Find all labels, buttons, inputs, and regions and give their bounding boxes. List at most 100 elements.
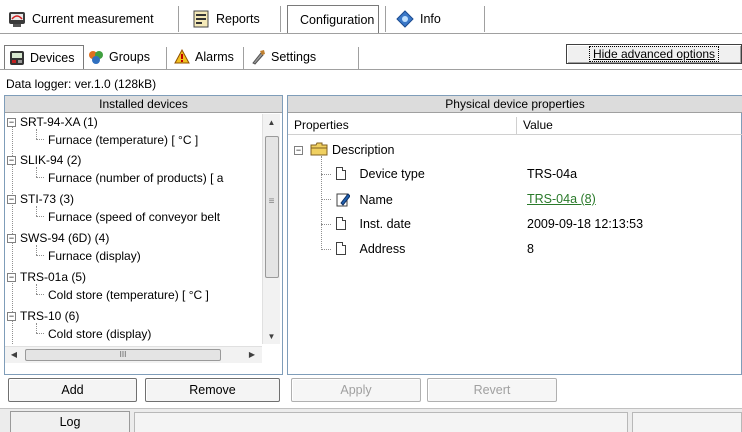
tree-connector: [36, 294, 44, 295]
groups-icon: [89, 51, 103, 64]
tree-connector: [36, 216, 44, 217]
tree-channel-4[interactable]: Furnace (display): [48, 249, 141, 263]
edit-document-icon: [336, 193, 351, 207]
property-row-device-type[interactable]: Device type: [336, 167, 425, 181]
document-icon: [336, 242, 346, 255]
property-row-name[interactable]: Name: [336, 192, 393, 207]
property-value-address: 8: [527, 242, 534, 256]
collapse-icon[interactable]: −: [7, 118, 16, 127]
tree-connector: [321, 224, 331, 225]
collapse-icon[interactable]: −: [7, 273, 16, 282]
settings-icon: [252, 50, 265, 65]
tab-separator: [178, 6, 179, 32]
property-value-name[interactable]: TRS-04a (8): [527, 192, 596, 206]
tree-device-1[interactable]: − SRT-94-XA (1): [7, 115, 98, 129]
scroll-thumb[interactable]: [265, 136, 279, 278]
tab-separator: [385, 6, 386, 32]
collapse-icon[interactable]: −: [7, 312, 16, 321]
apply-button[interactable]: Apply: [291, 378, 421, 402]
scroll-right-icon[interactable]: ▶: [247, 350, 257, 359]
log-button[interactable]: Log: [10, 411, 130, 432]
grip-icon: ≡: [268, 196, 275, 207]
tab-label: Reports: [216, 12, 260, 26]
tree-channel-3[interactable]: Furnace (speed of conveyor belt: [48, 210, 220, 224]
scroll-left-icon[interactable]: ◀: [9, 350, 19, 359]
document-icon: [336, 167, 346, 180]
tree-channel-2[interactable]: Furnace (number of products) [ a: [48, 171, 223, 185]
subtab-alarms[interactable]: Alarms: [170, 45, 238, 69]
installed-devices-header: Installed devices: [5, 96, 282, 113]
column-header-value[interactable]: Value: [517, 117, 742, 135]
collapse-icon[interactable]: −: [7, 234, 16, 243]
tree-channel-1[interactable]: Furnace (temperature) [ °C ]: [48, 133, 198, 147]
tree-connector: [36, 139, 44, 140]
tree-connector: [36, 255, 44, 256]
tree-channel-6[interactable]: Cold store (display): [48, 327, 151, 341]
devices-vertical-scrollbar[interactable]: ▲ ≡ ▼: [262, 114, 280, 344]
property-row-address[interactable]: Address: [336, 242, 405, 256]
property-value-inst-date: 2009-09-18 12:13:53: [527, 217, 644, 231]
device-icon: [10, 50, 24, 65]
tree-connector: [36, 177, 44, 178]
installed-devices-tree: − SRT-94-XA (1) Furnace (temperature) [ °…: [5, 114, 262, 344]
subtab-strip-border: [0, 69, 742, 70]
collapse-icon[interactable]: −: [7, 195, 16, 204]
tree-connector: [321, 156, 322, 250]
device-properties-header: Physical device properties: [288, 96, 742, 113]
subtab-label: Groups: [109, 50, 150, 64]
subtab-label: Settings: [271, 50, 317, 64]
collapse-icon[interactable]: −: [7, 156, 16, 165]
subtab-settings[interactable]: Settings: [246, 45, 320, 69]
tree-device-5[interactable]: − TRS-01a (5): [7, 270, 86, 284]
device-properties-panel: [287, 95, 742, 375]
tree-connector: [36, 167, 37, 177]
document-icon: [336, 217, 346, 230]
tree-device-4[interactable]: − SWS-94 (6D) (4): [7, 231, 109, 245]
status-field: [632, 412, 742, 432]
scroll-thumb[interactable]: III: [25, 349, 221, 361]
hide-advanced-options-button[interactable]: Hide advanced options: [566, 44, 742, 64]
tab-strip-border: [0, 33, 742, 34]
tab-separator: [243, 47, 244, 69]
info-icon: [396, 10, 414, 28]
subtab-groups[interactable]: Groups: [84, 45, 154, 69]
column-header-properties[interactable]: Properties: [288, 117, 517, 135]
tree-connector: [321, 199, 331, 200]
tree-connector: [321, 174, 331, 175]
scroll-down-icon[interactable]: ▼: [263, 332, 280, 341]
property-group-description[interactable]: − Description: [294, 142, 395, 157]
tree-connector: [36, 206, 37, 216]
tree-connector: [36, 245, 37, 255]
tab-label: Current measurement: [32, 12, 154, 26]
tab-label: Configuration: [300, 12, 375, 27]
gauge-icon: [9, 12, 25, 27]
tree-device-6[interactable]: − TRS-10 (6): [7, 309, 79, 323]
add-device-button[interactable]: Add: [8, 378, 137, 402]
tree-connector: [36, 333, 44, 334]
collapse-icon[interactable]: −: [294, 146, 303, 155]
tree-connector: [36, 323, 37, 333]
alarm-icon: [174, 49, 190, 64]
status-field: [134, 412, 628, 432]
data-logger-info: Data logger: ver.1.0 (128kB): [6, 77, 157, 91]
tab-separator: [280, 6, 281, 32]
property-value-device-type: TRS-04a: [527, 167, 578, 181]
subtab-devices[interactable]: Devices: [4, 45, 84, 69]
revert-button[interactable]: Revert: [427, 378, 557, 402]
tab-current-measurement[interactable]: Current measurement: [2, 5, 160, 33]
tree-channel-5[interactable]: Cold store (temperature) [ °C ]: [48, 288, 209, 302]
property-row-inst-date[interactable]: Inst. date: [336, 217, 411, 231]
tree-device-3[interactable]: − STI-73 (3): [7, 192, 74, 206]
tree-connector: [36, 129, 37, 139]
subtab-label: Alarms: [195, 50, 234, 64]
tab-reports[interactable]: Reports: [186, 5, 266, 33]
tab-separator: [484, 6, 485, 32]
report-icon: [193, 10, 209, 28]
tab-separator: [358, 47, 359, 69]
devices-horizontal-scrollbar[interactable]: ◀ III ▶: [5, 346, 262, 363]
tab-info[interactable]: Info: [390, 5, 447, 33]
scroll-up-icon[interactable]: ▲: [263, 118, 280, 127]
remove-device-button[interactable]: Remove: [145, 378, 280, 402]
tree-device-2[interactable]: − SLIK-94 (2): [7, 153, 81, 167]
tab-configuration[interactable]: Configuration: [287, 5, 379, 33]
